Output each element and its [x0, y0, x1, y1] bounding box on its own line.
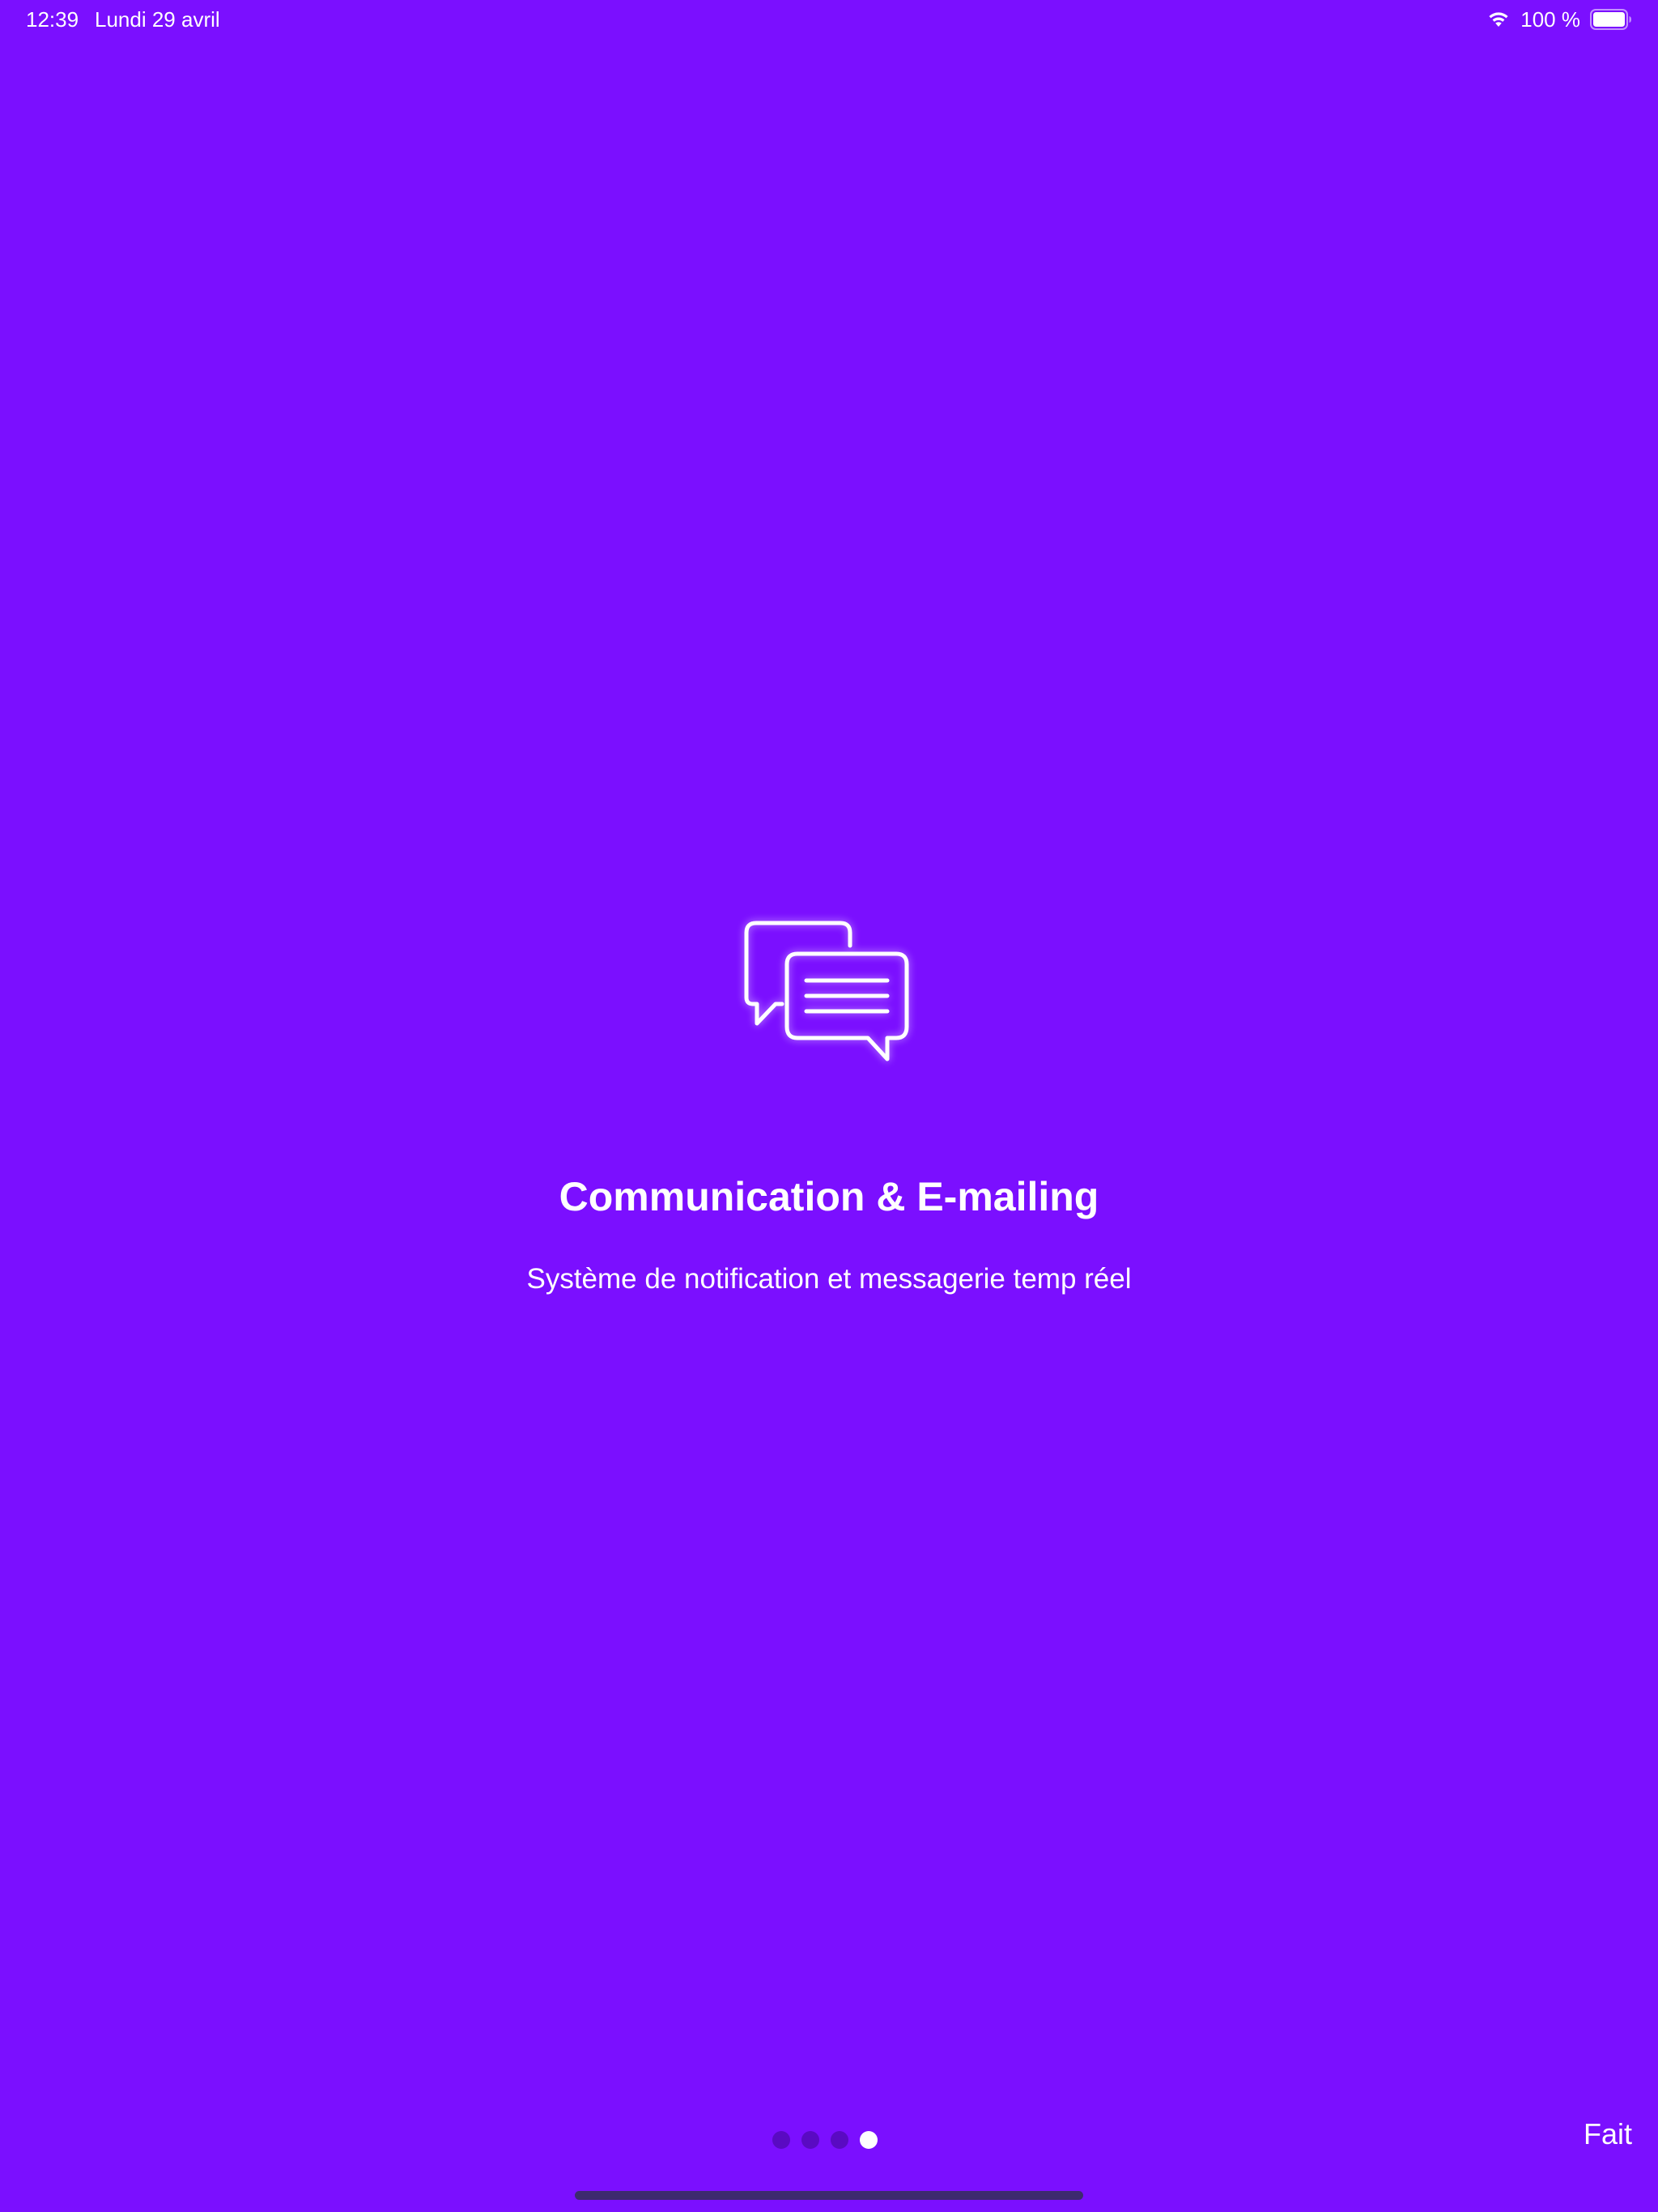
done-button[interactable]: Fait: [1584, 2116, 1632, 2152]
page-control[interactable]: [772, 2131, 878, 2149]
battery-icon: [1590, 9, 1631, 30]
status-indicators: 100 %: [1486, 6, 1632, 32]
status-bar: 12:39 Lundi 29 avril 100 %: [0, 0, 1658, 39]
page-dot-1[interactable]: [772, 2131, 790, 2149]
status-date: Lundi 29 avril: [95, 7, 220, 32]
page-dot-4[interactable]: [860, 2131, 878, 2149]
home-indicator[interactable]: [575, 2191, 1083, 2200]
onboarding-screen: 12:39 Lundi 29 avril 100 % Communication…: [0, 0, 1658, 2212]
page-dot-2[interactable]: [801, 2131, 819, 2149]
battery-fill: [1593, 12, 1625, 27]
onboarding-subtitle: Système de notification et messagerie te…: [526, 1263, 1132, 1295]
onboarding-title: Communication & E-mailing: [559, 1174, 1099, 1219]
battery-percent: 100 %: [1520, 7, 1580, 32]
wifi-icon: [1489, 12, 1508, 27]
page-dot-3[interactable]: [831, 2131, 848, 2149]
chat-bubbles-icon: [744, 921, 909, 1061]
status-time: 12:39: [26, 7, 79, 32]
